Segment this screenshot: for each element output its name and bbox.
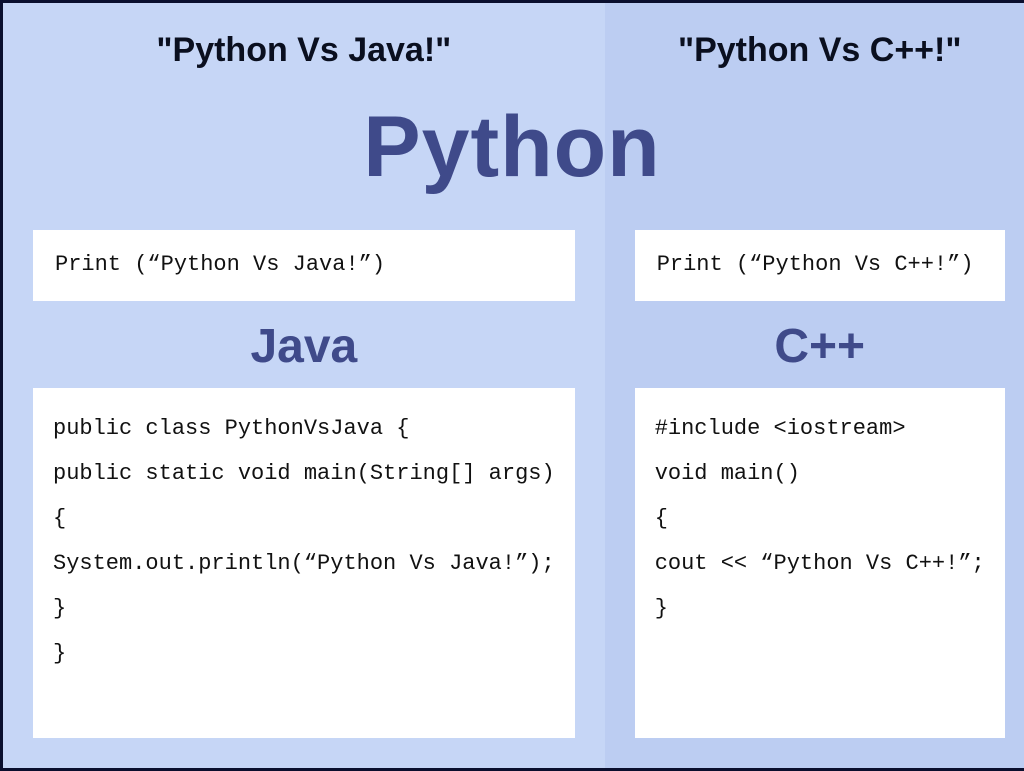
code-line: }	[655, 586, 985, 631]
code-line: }	[53, 586, 555, 631]
code-line: cout << “Python Vs C++!”;	[655, 541, 985, 586]
right-other-label: C++	[774, 319, 865, 374]
title-spacer	[33, 70, 575, 230]
code-line: {	[655, 496, 985, 541]
code-line: public static void main(String[] args)	[53, 451, 555, 496]
right-python-code: Print (“Python Vs C++!”)	[635, 230, 1005, 301]
code-line: {	[53, 496, 555, 541]
left-heading: "Python Vs Java!"	[156, 31, 451, 70]
code-line: #include <iostream>	[655, 406, 985, 451]
left-other-code: public class PythonVsJava { public stati…	[33, 388, 575, 738]
code-line: void main()	[655, 451, 985, 496]
comparison-frame: Python "Python Vs Java!" Print (“Python …	[0, 0, 1024, 771]
code-line: System.out.println(“Python Vs Java!”);	[53, 541, 555, 586]
title-spacer	[635, 70, 1005, 230]
right-column: "Python Vs C++!" Print (“Python Vs C++!”…	[605, 3, 1024, 768]
left-python-code: Print (“Python Vs Java!”)	[33, 230, 575, 301]
left-column: "Python Vs Java!" Print (“Python Vs Java…	[3, 3, 605, 768]
left-other-label: Java	[250, 319, 357, 374]
code-line: Print (“Python Vs Java!”)	[55, 250, 553, 281]
right-heading: "Python Vs C++!"	[678, 31, 962, 70]
code-line: }	[53, 631, 555, 676]
code-line: public class PythonVsJava {	[53, 406, 555, 451]
code-line: Print (“Python Vs C++!”)	[657, 250, 983, 281]
right-other-code: #include <iostream> void main() { cout <…	[635, 388, 1005, 738]
